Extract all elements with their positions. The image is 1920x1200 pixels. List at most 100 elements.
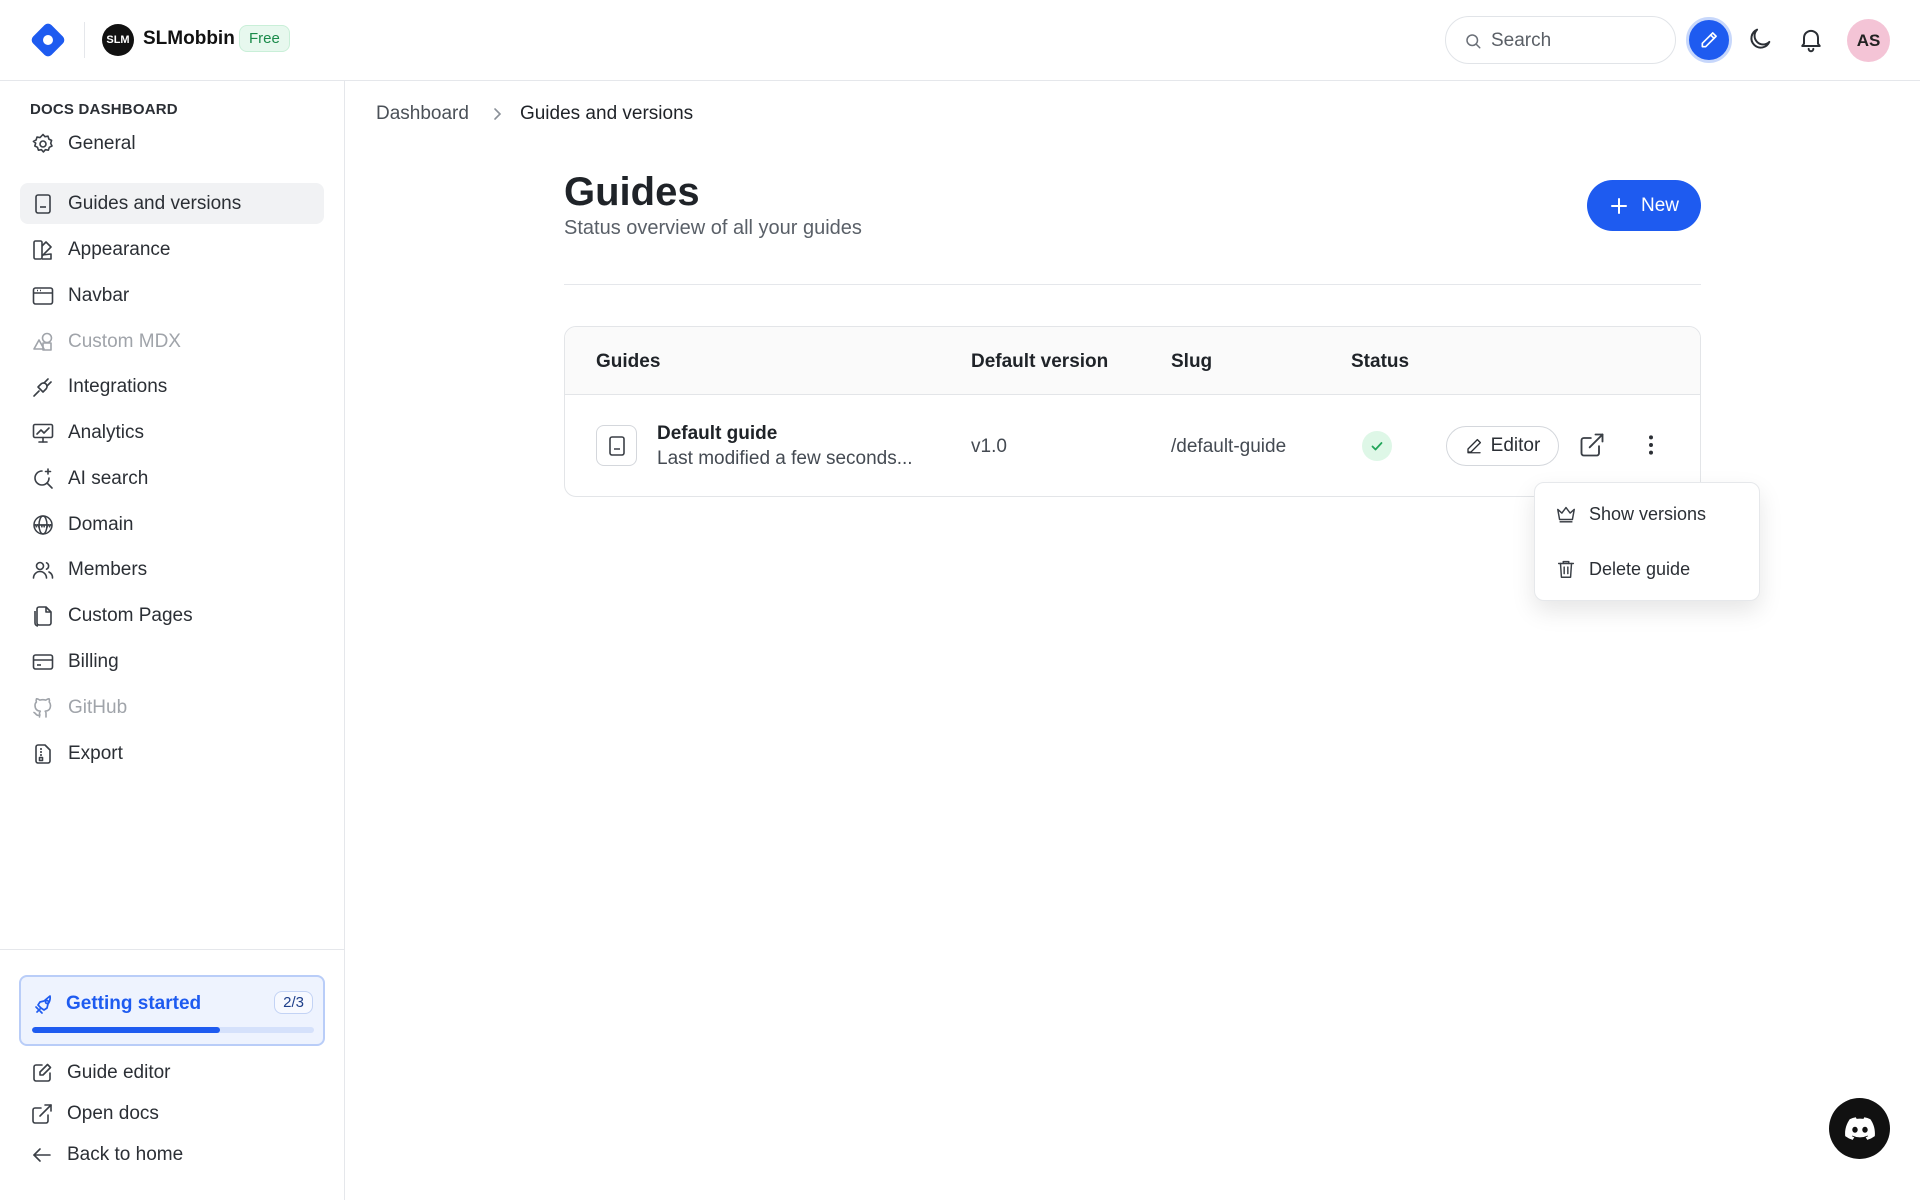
search-box[interactable] <box>1445 16 1676 64</box>
open-docs-link[interactable]: Open docs <box>30 1102 159 1126</box>
sidebar-item-label: AI search <box>68 467 149 489</box>
table-header: Guides Default version Slug Status <box>565 327 1700 395</box>
column-header-guides: Guides <box>596 351 661 372</box>
header-divider <box>84 22 85 58</box>
sidebar-item-label: Custom Pages <box>68 604 193 626</box>
sidebar-item-ai-search[interactable]: AI search <box>20 458 324 499</box>
getting-started-count: 2/3 <box>274 991 313 1014</box>
shapes-icon <box>33 332 53 351</box>
arrow-left-icon <box>33 1148 51 1162</box>
notifications-button[interactable] <box>1797 25 1825 58</box>
plug-icon <box>33 377 52 397</box>
sidebar-item-billing[interactable]: Billing <box>20 641 324 682</box>
sidebar-item-integrations[interactable]: Integrations <box>20 366 324 407</box>
sidebar-item-github: GitHub <box>20 687 324 728</box>
ai-search-icon <box>34 467 53 489</box>
top-bar: SLM SLMobbin Free AS <box>0 0 1920 81</box>
app-logo[interactable] <box>29 21 67 59</box>
external-link-icon <box>1580 433 1604 457</box>
new-guide-label: New <box>1640 194 1679 216</box>
pencil-icon <box>1701 32 1717 48</box>
menu-item-delete-guide[interactable]: Delete guide <box>1555 558 1690 580</box>
sidebar-item-general[interactable]: General <box>20 123 324 164</box>
guide-editor-link[interactable]: Guide editor <box>30 1061 171 1085</box>
open-docs-label: Open docs <box>67 1103 159 1124</box>
editor-label: Editor <box>1490 435 1541 456</box>
sidebar-item-label: Guides and versions <box>68 192 242 214</box>
palette-icon <box>33 239 52 260</box>
getting-started-progress-fill <box>32 1027 221 1033</box>
moon-icon <box>1750 28 1771 49</box>
sidebar-item-label: Analytics <box>68 421 145 443</box>
guide-default-version: v1.0 <box>971 436 1007 457</box>
open-guide-external-button[interactable] <box>1578 431 1606 464</box>
crown-icon <box>1557 506 1575 523</box>
sidebar-item-guides-and-versions[interactable]: Guides and versions <box>20 183 324 224</box>
sidebar-item-label: Navbar <box>68 284 130 306</box>
sidebar-item-custom-pages[interactable]: Custom Pages <box>20 595 324 636</box>
delete-guide-label: Delete guide <box>1589 558 1691 579</box>
guides-table: Guides Default version Slug Status Defau… <box>564 326 1701 497</box>
sidebar-item-label: Domain <box>68 513 134 535</box>
sidebar-item-domain[interactable]: www Domain <box>20 504 324 545</box>
sidebar-item-analytics[interactable]: Analytics <box>20 412 324 453</box>
org-name[interactable]: SLMobbin <box>143 28 235 50</box>
edit-docs-button[interactable] <box>1686 17 1732 63</box>
getting-started-card[interactable]: Getting started 2/3 <box>19 975 325 1046</box>
gear-icon <box>32 133 53 153</box>
sidebar-item-members[interactable]: Members <box>20 549 324 590</box>
globe-icon: www <box>33 514 53 535</box>
pencil-icon <box>1466 438 1481 454</box>
row-actions-menu: Show versions Delete guide <box>1534 482 1760 601</box>
guide-slug: /default-guide <box>1171 436 1287 457</box>
menu-item-show-versions[interactable]: Show versions <box>1555 503 1706 525</box>
user-avatar[interactable]: AS <box>1847 19 1890 62</box>
sidebar-item-label: Members <box>68 558 148 580</box>
sidebar-heading: DOCS DASHBOARD <box>30 101 178 118</box>
users-icon <box>32 561 54 579</box>
external-link-icon <box>32 1104 52 1124</box>
open-editor-button[interactable]: Editor <box>1446 426 1559 466</box>
guide-name[interactable]: Default guide <box>657 423 777 445</box>
sidebar-item-navbar[interactable]: Navbar <box>20 275 324 316</box>
search-input[interactable] <box>1491 28 1661 54</box>
sidebar-item-label: GitHub <box>68 696 128 718</box>
sidebar-item-appearance[interactable]: Appearance <box>20 229 324 270</box>
back-to-home-link[interactable]: Back to home <box>30 1143 183 1167</box>
guide-editor-label: Guide editor <box>67 1062 171 1083</box>
page-subtitle: Status overview of all your guides <box>564 217 862 239</box>
sidebar-item-label: Integrations <box>68 375 168 397</box>
bell-icon <box>1801 29 1821 53</box>
guide-last-modified: Last modified a few seconds... <box>657 448 913 469</box>
sidebar: DOCS DASHBOARD General Guides and versio… <box>0 81 345 1200</box>
rocket-icon <box>32 993 56 1022</box>
section-divider <box>564 284 1701 285</box>
sidebar-item-label: General <box>68 132 136 154</box>
org-avatar[interactable]: SLM <box>102 24 134 56</box>
theme-toggle-button[interactable] <box>1746 25 1774 58</box>
sidebar-item-label: Custom MDX <box>68 330 181 352</box>
show-versions-label: Show versions <box>1589 503 1707 524</box>
column-header-status: Status <box>1351 351 1410 372</box>
row-more-options-button[interactable] <box>1637 431 1665 464</box>
monitor-chart-icon <box>32 423 54 443</box>
column-header-default-version: Default version <box>971 351 1109 372</box>
sidebar-footer-divider <box>0 949 344 950</box>
sidebar-item-export[interactable]: Export <box>20 733 324 774</box>
status-check-icon <box>1362 431 1392 461</box>
files-icon <box>34 605 52 627</box>
github-icon <box>33 697 52 718</box>
new-guide-button[interactable]: New <box>1587 180 1701 231</box>
book-icon <box>35 193 51 214</box>
discord-icon <box>1844 1116 1875 1140</box>
breadcrumb-dashboard[interactable]: Dashboard <box>376 103 469 125</box>
sidebar-item-label: Billing <box>68 650 119 672</box>
discord-button[interactable] <box>1829 1098 1890 1159</box>
navbar-icon <box>32 286 54 305</box>
book-icon <box>596 425 637 466</box>
sidebar-item-custom-mdx: Custom MDX <box>20 321 324 362</box>
plan-badge: Free <box>239 25 290 52</box>
breadcrumb: Dashboard Guides and versions <box>376 103 693 125</box>
edit-square-icon <box>33 1063 52 1082</box>
column-header-slug: Slug <box>1171 351 1213 372</box>
